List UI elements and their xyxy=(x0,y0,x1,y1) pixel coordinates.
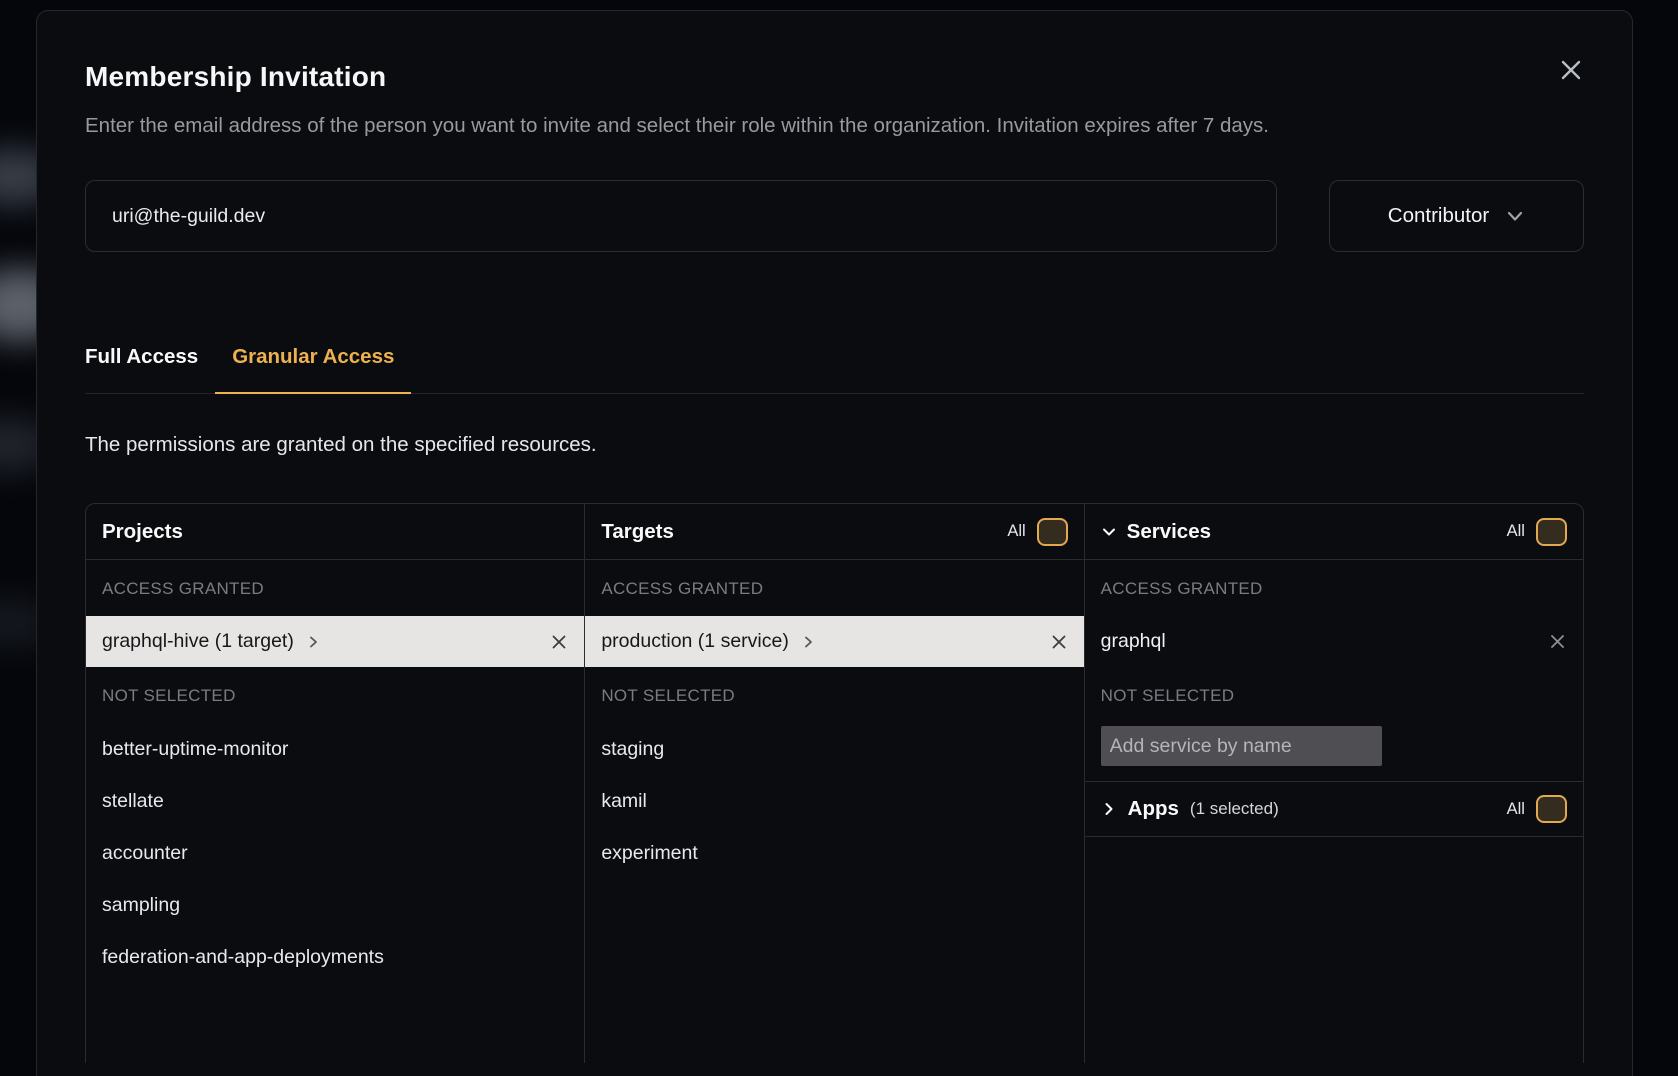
apps-all-label: All xyxy=(1507,800,1525,819)
apps-section-row[interactable]: Apps (1 selected) All xyxy=(1085,781,1583,837)
project-selected-row[interactable]: graphql-hive (1 target) xyxy=(86,616,584,667)
tab-full-access[interactable]: Full Access xyxy=(85,345,215,393)
add-service-input[interactable] xyxy=(1101,726,1382,766)
apps-all-toggle[interactable]: All xyxy=(1507,795,1567,823)
project-item[interactable]: better-uptime-monitor xyxy=(86,723,584,775)
resource-permissions-table: Projects ACCESS GRANTED graphql-hive (1 … xyxy=(85,503,1584,1063)
target-selected-row[interactable]: production (1 service) xyxy=(585,616,1083,667)
projects-not-selected-label: NOT SELECTED xyxy=(86,667,584,723)
project-item[interactable]: sampling xyxy=(86,879,584,931)
page-title: Membership Invitation xyxy=(85,61,1584,93)
targets-all-toggle[interactable]: All xyxy=(1007,518,1067,546)
service-selected-row[interactable]: graphql xyxy=(1085,616,1583,667)
role-select[interactable]: Contributor xyxy=(1329,180,1584,252)
targets-all-checkbox[interactable] xyxy=(1037,518,1068,546)
chevron-down-icon xyxy=(1101,524,1117,540)
close-icon xyxy=(1558,57,1584,83)
invite-form-row: Contributor xyxy=(85,180,1584,252)
tab-granular-access[interactable]: Granular Access xyxy=(215,345,411,393)
service-selected-name: graphql xyxy=(1101,630,1166,653)
services-all-toggle[interactable]: All xyxy=(1507,518,1567,546)
services-column: Services All ACCESS GRANTED graphql NOT … xyxy=(1084,504,1583,1063)
services-header[interactable]: Services All xyxy=(1085,504,1583,560)
chevron-right-icon xyxy=(1101,801,1117,817)
targets-not-selected-label: NOT SELECTED xyxy=(585,667,1083,723)
targets-all-label: All xyxy=(1007,522,1025,541)
email-input[interactable] xyxy=(85,180,1277,252)
services-all-label: All xyxy=(1507,522,1525,541)
target-item[interactable]: experiment xyxy=(585,827,1083,879)
chevron-down-icon xyxy=(1505,206,1525,226)
membership-invitation-modal: Membership Invitation Enter the email ad… xyxy=(36,10,1633,1076)
target-item[interactable]: kamil xyxy=(585,775,1083,827)
remove-service-icon[interactable] xyxy=(1548,632,1567,651)
remove-project-icon[interactable] xyxy=(550,633,568,651)
apps-all-checkbox[interactable] xyxy=(1536,795,1567,823)
projects-access-granted-label: ACCESS GRANTED xyxy=(86,560,584,616)
access-tabs: Full Access Granular Access xyxy=(85,345,1584,394)
targets-access-granted-label: ACCESS GRANTED xyxy=(585,560,1083,616)
apps-label: Apps xyxy=(1128,797,1179,821)
services-not-selected-label: NOT SELECTED xyxy=(1085,667,1583,723)
project-item[interactable]: stellate xyxy=(86,775,584,827)
project-selected-name: graphql-hive (1 target) xyxy=(102,630,294,653)
role-select-value: Contributor xyxy=(1388,204,1489,228)
close-button[interactable] xyxy=(1556,55,1586,85)
targets-header-label: Targets xyxy=(601,520,674,544)
services-header-label: Services xyxy=(1127,520,1211,544)
services-access-granted-label: ACCESS GRANTED xyxy=(1085,560,1583,616)
target-selected-name: production (1 service) xyxy=(601,630,789,653)
chevron-right-icon xyxy=(801,635,815,649)
targets-header: Targets All xyxy=(585,504,1083,560)
target-item[interactable]: staging xyxy=(585,723,1083,775)
project-item[interactable]: accounter xyxy=(86,827,584,879)
targets-column: Targets All ACCESS GRANTED production (1… xyxy=(584,504,1083,1063)
services-all-checkbox[interactable] xyxy=(1536,518,1567,546)
projects-header-label: Projects xyxy=(102,520,183,544)
projects-header: Projects xyxy=(86,504,584,560)
remove-target-icon[interactable] xyxy=(1050,633,1068,651)
modal-description: Enter the email address of the person yo… xyxy=(85,108,1505,143)
projects-column: Projects ACCESS GRANTED graphql-hive (1 … xyxy=(86,504,584,1063)
project-item[interactable]: federation-and-app-deployments xyxy=(86,931,584,983)
apps-selected-count: (1 selected) xyxy=(1190,799,1279,819)
permissions-note: The permissions are granted on the speci… xyxy=(85,433,1584,457)
chevron-right-icon xyxy=(306,635,320,649)
